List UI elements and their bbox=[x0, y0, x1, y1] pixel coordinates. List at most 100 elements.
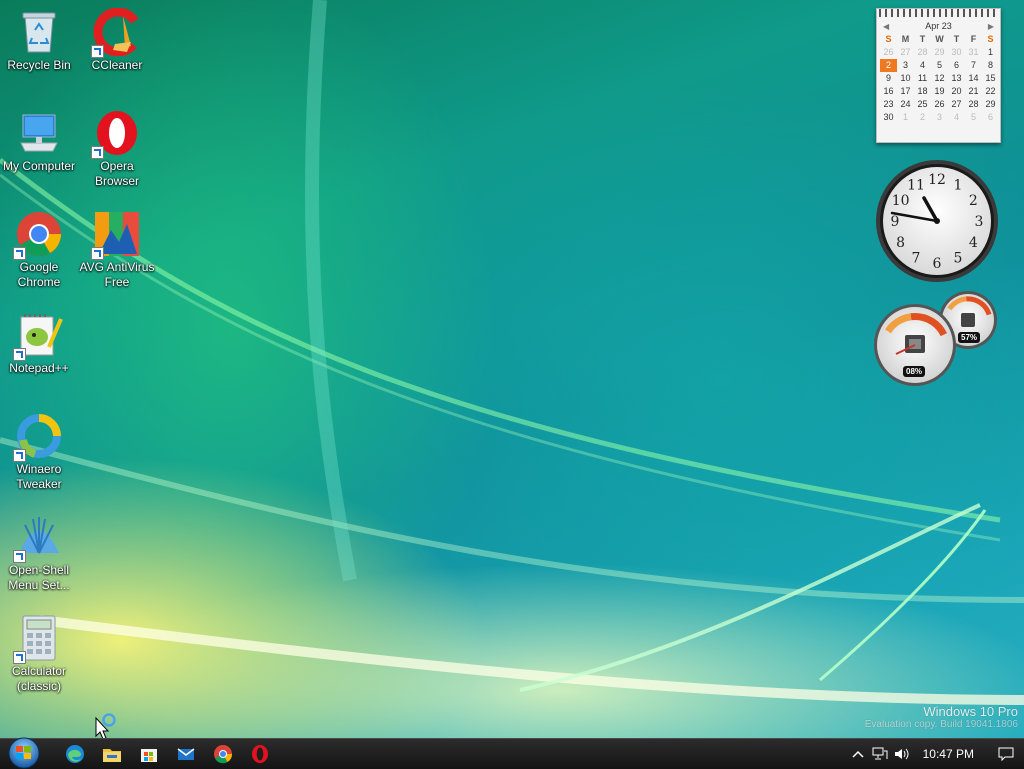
calendar-day[interactable]: 6 bbox=[948, 59, 965, 72]
calendar-day[interactable]: 23 bbox=[880, 98, 897, 111]
my-computer-icon bbox=[15, 109, 63, 157]
desktop-icon-openshell[interactable]: Open-Shell Menu Set... bbox=[1, 513, 77, 593]
desktop-icon-my-computer[interactable]: My Computer bbox=[1, 109, 77, 174]
calendar-day[interactable]: 12 bbox=[931, 72, 948, 85]
clock-numeral: 10 bbox=[892, 193, 910, 209]
calendar-day[interactable]: 14 bbox=[965, 72, 982, 85]
calendar-day[interactable]: 6 bbox=[982, 111, 999, 124]
calendar-weekday: T bbox=[919, 34, 926, 44]
calendar-day[interactable]: 22 bbox=[982, 85, 999, 98]
calendar-day[interactable]: 5 bbox=[965, 111, 982, 124]
calendar-weekday: S bbox=[885, 34, 892, 44]
calendar-day[interactable]: 19 bbox=[931, 85, 948, 98]
taskbar-opera-button[interactable] bbox=[245, 741, 275, 767]
action-center-icon[interactable] bbox=[988, 739, 1024, 769]
desktop-icon-chrome[interactable]: Google Chrome bbox=[1, 210, 77, 290]
clock-numeral: 8 bbox=[896, 235, 905, 251]
calendar-day[interactable]: 17 bbox=[897, 85, 914, 98]
volume-icon[interactable] bbox=[891, 739, 913, 769]
calendar-day[interactable]: 5 bbox=[931, 59, 948, 72]
desktop-icon-ccleaner[interactable]: CCleaner bbox=[79, 8, 155, 73]
desktop-icon-opera[interactable]: Opera Browser bbox=[79, 109, 155, 189]
taskbar: 10:47 PM bbox=[0, 737, 1024, 769]
shortcut-arrow-icon bbox=[91, 146, 104, 159]
taskbar-mail-button[interactable] bbox=[171, 741, 201, 767]
clock-gadget[interactable]: 12 12 3 45678 9 1011 bbox=[874, 158, 1000, 284]
calendar-day[interactable]: 1 bbox=[982, 46, 999, 59]
windows-watermark: Windows 10 Pro Evaluation copy. Build 19… bbox=[865, 704, 1018, 730]
calendar-day[interactable]: 13 bbox=[948, 72, 965, 85]
desktop-icon-label: Google Chrome bbox=[17, 260, 61, 289]
desktop-icon-calculator[interactable]: Calculator (classic) bbox=[1, 614, 77, 694]
ram-usage-label: 57% bbox=[958, 332, 981, 343]
calendar-day[interactable]: 1 bbox=[897, 111, 914, 124]
calendar-day[interactable]: 4 bbox=[914, 59, 931, 72]
calendar-day[interactable]: 26 bbox=[880, 46, 897, 59]
clock-numeral: 7 bbox=[912, 250, 921, 266]
calendar-day[interactable]: 18 bbox=[914, 85, 931, 98]
calendar-next-arrow-icon[interactable]: ▶ bbox=[988, 22, 994, 31]
avg-icon bbox=[91, 210, 141, 260]
chrome-icon bbox=[13, 210, 63, 260]
calendar-day[interactable]: 25 bbox=[914, 98, 931, 111]
store-icon bbox=[141, 749, 157, 762]
calendar-day[interactable]: 2 bbox=[880, 59, 897, 72]
calendar-day[interactable]: 9 bbox=[880, 72, 897, 85]
desktop-icon-label: Open-Shell Menu Set... bbox=[8, 563, 70, 592]
calendar-day[interactable]: 10 bbox=[897, 72, 914, 85]
calendar-day[interactable]: 29 bbox=[931, 46, 948, 59]
taskbar-chrome-button[interactable] bbox=[208, 741, 238, 767]
desktop-icon-label: AVG AntiVirus Free bbox=[79, 260, 155, 289]
calendar-gadget[interactable]: ◀ Apr 23 ▶ S M T W T F S 26 27 28 29 30 31 1 2 3 4 5 6 7 8 9 1… bbox=[876, 8, 1001, 143]
winaero-icon bbox=[13, 412, 63, 462]
calendar-day[interactable]: 29 bbox=[982, 98, 999, 111]
calendar-day[interactable]: 21 bbox=[965, 85, 982, 98]
calendar-prev-arrow-icon[interactable]: ◀ bbox=[883, 22, 889, 31]
calendar-day[interactable]: 31 bbox=[965, 46, 982, 59]
calendar-day[interactable]: 3 bbox=[931, 111, 948, 124]
calendar-day[interactable]: 28 bbox=[914, 46, 931, 59]
taskbar-edge-button[interactable] bbox=[60, 741, 90, 767]
calendar-day[interactable]: 3 bbox=[897, 59, 914, 72]
windows-orb-icon[interactable] bbox=[4, 737, 44, 769]
desktop-icon-avg[interactable]: AVG AntiVirus Free bbox=[79, 210, 155, 290]
desktop-icon-recycle-bin[interactable]: Recycle Bin bbox=[1, 8, 77, 73]
ccleaner-icon bbox=[91, 8, 141, 58]
calendar-day[interactable]: 28 bbox=[965, 98, 982, 111]
clock-numeral: 5 bbox=[954, 250, 963, 266]
calendar-day[interactable]: 30 bbox=[948, 46, 965, 59]
clock-numeral: 12 bbox=[928, 172, 946, 188]
calendar-day[interactable]: 11 bbox=[914, 72, 931, 85]
calendar-day[interactable]: 16 bbox=[880, 85, 897, 98]
desktop-icon-winaero[interactable]: Winaero Tweaker bbox=[1, 412, 77, 492]
taskbar-file-explorer-button[interactable] bbox=[97, 741, 127, 767]
desktop-icon-notepadpp[interactable]: Notepad++ bbox=[1, 311, 77, 376]
edge-icon bbox=[66, 745, 84, 763]
calendar-day[interactable]: 4 bbox=[948, 111, 965, 124]
opera-icon bbox=[252, 745, 268, 763]
calendar-day[interactable]: 7 bbox=[965, 59, 982, 72]
chevron-up-icon[interactable] bbox=[847, 739, 869, 769]
shortcut-arrow-icon bbox=[13, 348, 26, 361]
calendar-day[interactable]: 26 bbox=[931, 98, 948, 111]
taskbar-store-button[interactable] bbox=[134, 741, 164, 767]
calendar-day[interactable]: 27 bbox=[948, 98, 965, 111]
calendar-day[interactable]: 8 bbox=[982, 59, 999, 72]
cpu-meter-gadget[interactable] bbox=[874, 290, 1000, 388]
calendar-day[interactable]: 20 bbox=[948, 85, 965, 98]
taskbar-clock[interactable]: 10:47 PM bbox=[913, 747, 988, 761]
calendar-day[interactable]: 30 bbox=[880, 111, 897, 124]
shortcut-arrow-icon bbox=[13, 550, 26, 563]
calendar-weekday: T bbox=[953, 34, 960, 44]
calendar-day[interactable]: 15 bbox=[982, 72, 999, 85]
recycle-bin-icon bbox=[15, 8, 63, 56]
openshell-icon bbox=[13, 513, 63, 563]
cpu-usage-label: 08% bbox=[903, 366, 926, 377]
calendar-day[interactable]: 2 bbox=[914, 111, 931, 124]
calendar-day[interactable]: 27 bbox=[897, 46, 914, 59]
clock-numeral: 11 bbox=[907, 178, 925, 194]
calendar-weekday: S bbox=[987, 34, 994, 44]
calendar-day[interactable]: 24 bbox=[897, 98, 914, 111]
network-icon[interactable] bbox=[869, 739, 891, 769]
calculator-icon bbox=[13, 614, 63, 664]
